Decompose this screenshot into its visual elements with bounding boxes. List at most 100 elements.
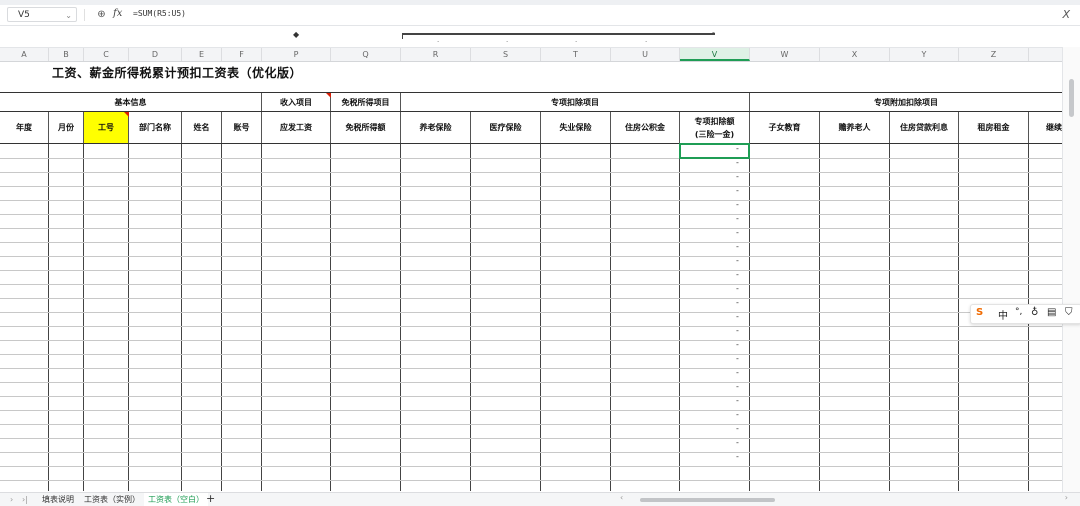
tab-nav-prev-icon[interactable]: › [10,493,13,506]
vertical-scroll-thumb[interactable] [1069,79,1074,117]
group-additional-deduction[interactable]: 专项附加扣除项目 [750,93,1062,111]
cell-value[interactable]: - [736,228,739,237]
header-pension[interactable]: 养老保险 [401,112,471,143]
header-year[interactable]: 年度 [0,112,49,143]
group-dot[interactable]: · [437,38,439,46]
chevron-down-icon[interactable]: ⌄ [65,8,72,23]
cell-value[interactable]: - [736,368,739,377]
sheet-tab-active[interactable]: 工资表（空白） [144,493,208,506]
header-name[interactable]: 姓名 [182,112,222,143]
cell-value[interactable]: - [736,424,739,433]
clear-format-icon[interactable]: X [1062,8,1070,21]
horizontal-scroll-thumb[interactable] [640,498,775,502]
column-header[interactable]: B [49,48,84,61]
header-employee-id[interactable]: 工号 [84,112,129,143]
cell-value[interactable]: - [736,298,739,307]
group-collapse-icon[interactable]: - [712,28,715,37]
cell-value[interactable]: - [736,340,739,349]
cell-value[interactable]: - [736,354,739,363]
cell-value[interactable]: - [736,284,739,293]
add-sheet-button[interactable]: + [202,493,219,506]
header-department[interactable]: 部门名称 [129,112,182,143]
column-header[interactable]: W [750,48,820,61]
header-unemployment[interactable]: 失业保险 [541,112,611,143]
header-housing-fund[interactable]: 住房公积金 [611,112,680,143]
group-exempt[interactable]: 免税所得项目 [331,93,401,111]
cell-value[interactable]: - [736,200,739,209]
cell-value[interactable]: - [736,396,739,405]
cell-value[interactable]: - [736,256,739,265]
function-icon[interactable]: fx [113,8,122,19]
header-medical[interactable]: 医疗保险 [471,112,541,143]
column-header[interactable]: R [401,48,471,61]
header-elderly-support[interactable]: 赡养老人 [820,112,890,143]
group-dot[interactable]: · [575,38,577,46]
column-header[interactable]: E [182,48,222,61]
column-header[interactable]: Z [959,48,1029,61]
worksheet-grid[interactable]: 工资、薪金所得税累计预扣工资表（优化版） 基本信息 收入项目 免税所得项目 专项… [0,61,1062,491]
name-box[interactable]: V5 ⌄ [7,7,77,22]
vertical-scrollbar[interactable] [1062,47,1080,492]
cell-value[interactable]: - [736,270,739,279]
cell-value[interactable]: - [736,410,739,419]
column-header[interactable]: Y [890,48,959,61]
cell-value[interactable]: - [736,172,739,181]
cell-value[interactable]: - [736,382,739,391]
cell-value[interactable]: - [736,214,739,223]
header-month[interactable]: 月份 [49,112,84,143]
header-gross-pay[interactable]: 应发工资 [262,112,331,143]
cell-value[interactable]: - [736,438,739,447]
column-header[interactable]: S [471,48,541,61]
horizontal-scrollbar[interactable]: ‹ › [620,493,1068,503]
group-special-deduction[interactable]: 专项扣除项目 [401,93,750,111]
skin-icon[interactable]: ⛉ [1065,307,1073,318]
column-header[interactable] [1029,48,1062,61]
comment-marker[interactable] [326,93,331,98]
tab-nav-last-icon[interactable]: ›| [22,493,28,506]
column-header[interactable]: T [541,48,611,61]
comment-marker[interactable] [124,112,129,117]
group-dot[interactable]: · [645,38,647,46]
group-collapse-icon[interactable]: ◆ [293,30,299,39]
column-header[interactable]: C [84,48,129,61]
ime-language-toggle[interactable]: 中 [998,307,1008,322]
group-dot[interactable]: · [506,38,508,46]
header-children-education[interactable]: 子女教育 [750,112,820,143]
ime-toolbar[interactable]: S 中 °, ♁ ▤ ⛉ [970,304,1080,324]
header-special-total[interactable]: 专项扣除额 (三险一金) [680,112,750,143]
column-header[interactable]: X [820,48,890,61]
cell-value[interactable]: - [736,186,739,195]
header-rent[interactable]: 租房租金 [959,112,1029,143]
column-header[interactable]: A [0,48,49,61]
column-header[interactable]: Q [331,48,401,61]
sogou-logo-icon[interactable]: S [976,307,983,318]
cell-value[interactable]: - [736,158,739,167]
column-header[interactable]: F [222,48,262,61]
formula-input[interactable]: =SUM(R5:U5) [133,9,186,18]
keyboard-icon[interactable]: ▤ [1047,307,1056,318]
cell-value[interactable]: - [736,326,739,335]
selected-cell[interactable] [679,143,750,159]
microphone-icon[interactable]: ♁ [1031,307,1038,318]
column-header[interactable]: P [262,48,331,61]
column-header[interactable]: D [129,48,182,61]
cell-value[interactable]: - [736,452,739,461]
cell-value[interactable]: - [736,312,739,321]
row-divider [0,298,1062,299]
scroll-right-icon[interactable]: › [1065,493,1068,502]
sheet-tab[interactable]: 工资表（实例） [80,493,144,506]
column-header-active[interactable]: V [680,48,750,61]
punctuation-icon[interactable]: °, [1015,307,1022,317]
row-divider [0,368,1062,369]
header-exempt-income[interactable]: 免税所得额 [331,112,401,143]
cell-value[interactable]: - [736,242,739,251]
header-continuing-education[interactable]: 继续 [1029,112,1062,143]
column-header[interactable]: U [611,48,680,61]
header-mortgage-interest[interactable]: 住房贷款利息 [890,112,959,143]
header-account[interactable]: 账号 [222,112,262,143]
group-income[interactable]: 收入项目 [262,93,331,111]
sheet-tab[interactable]: 填表说明 [38,493,78,506]
group-basic-info[interactable]: 基本信息 [0,93,262,111]
zoom-icon[interactable]: ⊕ [95,8,108,21]
scroll-left-icon[interactable]: ‹ [620,493,623,502]
